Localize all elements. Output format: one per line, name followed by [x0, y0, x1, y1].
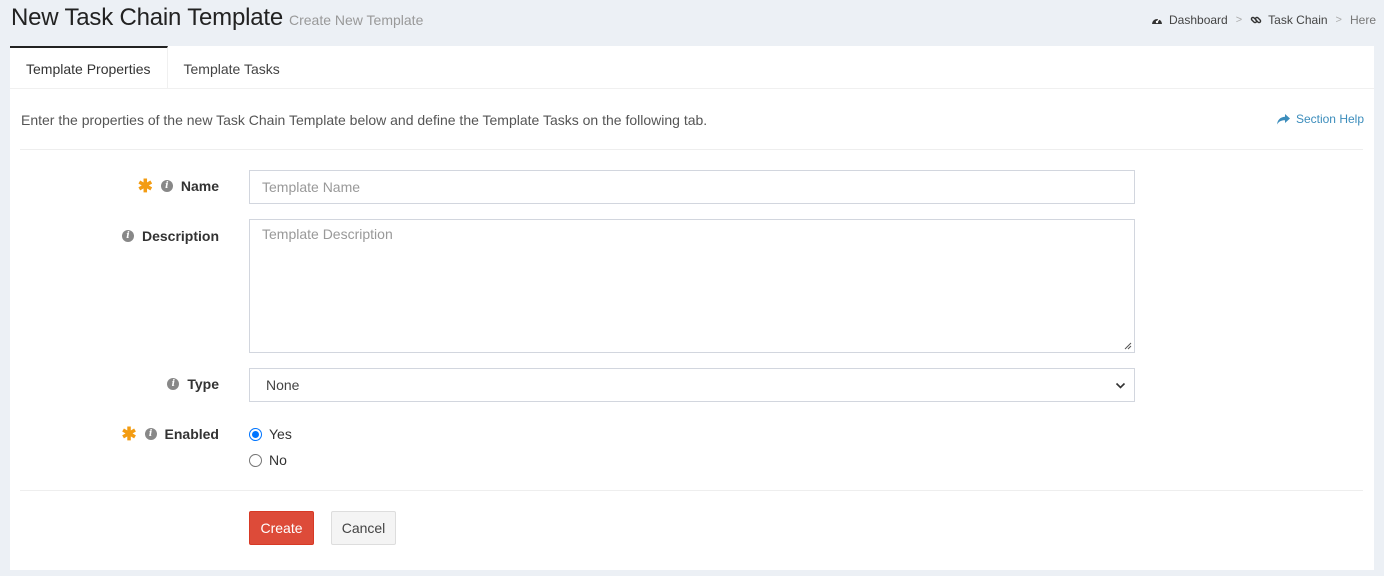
description-label-group: i Description: [121, 228, 219, 244]
type-select[interactable]: None: [249, 368, 1135, 402]
required-asterisk-icon: ✱: [137, 176, 153, 196]
type-selected-value: None: [266, 377, 300, 393]
info-icon[interactable]: i: [121, 230, 134, 242]
breadcrumb-separator: >: [1235, 14, 1243, 26]
required-asterisk-icon: ✱: [121, 424, 137, 444]
name-placeholder: Template Name: [262, 179, 361, 195]
description-placeholder: Template Description: [262, 226, 393, 242]
enabled-yes-option[interactable]: Yes: [249, 426, 292, 442]
cancel-button[interactable]: Cancel: [331, 511, 396, 545]
name-label: Name: [180, 178, 219, 194]
page-title-text: New Task Chain Template: [11, 4, 283, 31]
enabled-no-label: No: [269, 452, 287, 468]
breadcrumb-task-chain-label: Task Chain: [1268, 13, 1328, 27]
tab-bar: Template Properties Template Tasks: [10, 46, 1374, 89]
page-title: New Task Chain Template Create New Templa…: [11, 4, 423, 32]
description-label: Description: [141, 228, 219, 244]
breadcrumb-dashboard-label: Dashboard: [1169, 13, 1228, 27]
section-help-label: Section Help: [1295, 112, 1364, 126]
divider: [20, 490, 1363, 491]
enabled-no-option[interactable]: No: [249, 452, 287, 468]
breadcrumb-dashboard[interactable]: Dashboard: [1151, 13, 1228, 27]
name-input[interactable]: Template Name: [249, 170, 1135, 204]
breadcrumb-separator: >: [1335, 14, 1342, 26]
description-textarea[interactable]: Template Description: [249, 219, 1135, 353]
enabled-no-radio[interactable]: [249, 453, 262, 467]
breadcrumb-here: Here: [1349, 13, 1376, 27]
divider: [20, 149, 1363, 150]
info-icon[interactable]: i: [160, 180, 173, 192]
tab-template-properties[interactable]: Template Properties: [10, 46, 168, 89]
intro-text: Enter the properties of the new Task Cha…: [21, 112, 708, 128]
page-subtitle: Create New Template: [289, 12, 424, 28]
create-button[interactable]: Create: [249, 511, 314, 545]
resize-handle-icon[interactable]: [1124, 342, 1132, 350]
share-icon: [1276, 113, 1290, 124]
section-help-link[interactable]: Section Help: [1276, 112, 1364, 126]
info-icon[interactable]: i: [144, 428, 157, 440]
form-box: Template Properties Template Tasks Enter…: [10, 46, 1374, 570]
enabled-label: Enabled: [164, 426, 219, 442]
breadcrumb: Dashboard > Task Chain > Here: [1151, 13, 1376, 27]
breadcrumb-task-chain[interactable]: Task Chain: [1250, 13, 1328, 27]
name-label-group: ✱ i Name: [137, 176, 219, 196]
type-label-group: i Type: [167, 376, 219, 392]
link-icon: [1250, 16, 1262, 24]
enabled-yes-label: Yes: [269, 426, 292, 442]
info-icon[interactable]: i: [167, 378, 180, 390]
type-label: Type: [187, 376, 219, 392]
enabled-yes-radio[interactable]: [249, 427, 262, 441]
chevron-down-icon: [1115, 382, 1126, 389]
tab-template-tasks[interactable]: Template Tasks: [168, 46, 296, 89]
enabled-label-group: ✱ i Enabled: [121, 424, 219, 444]
dashboard-icon: [1152, 18, 1163, 24]
